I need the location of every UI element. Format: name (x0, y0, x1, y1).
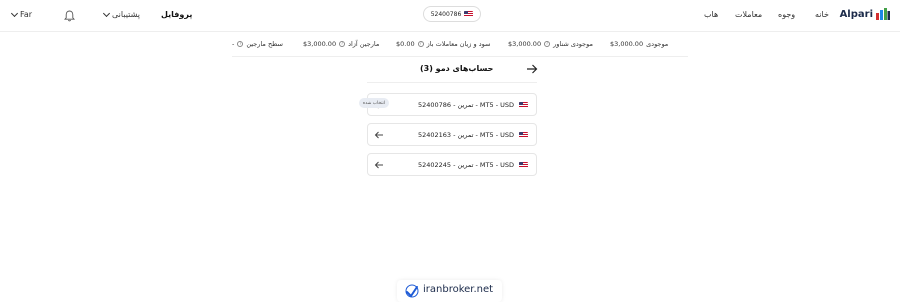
account-selector[interactable]: 52400786 (423, 6, 481, 22)
notification-bell-icon[interactable] (64, 10, 75, 22)
account-label: تمرین - 52402163 - MT5 - USD (417, 131, 514, 139)
us-flag-icon (519, 162, 528, 168)
chevron-down-icon (10, 9, 19, 17)
us-flag-icon (519, 102, 528, 108)
demo-accounts-title: حساب‌های دمو (3) (420, 64, 494, 73)
divider (367, 82, 537, 83)
stat-value: $3,000.00 (508, 40, 542, 48)
stat-value: - (232, 40, 235, 48)
nav-home[interactable]: خانه (815, 10, 829, 19)
divider (232, 56, 688, 57)
profile-link[interactable]: پروفایل (161, 10, 192, 19)
support-dropdown[interactable]: پشتیبانی (102, 9, 140, 19)
us-flag-icon (519, 132, 528, 138)
demo-account-row[interactable]: تمرین - 52400786 - MT5 - USD (367, 93, 537, 116)
support-label: پشتیبانی (112, 10, 140, 19)
stat-value: $3,000.00 (303, 40, 337, 48)
stat-value: $0.00 (396, 40, 415, 48)
logo-text: Alpari (839, 8, 873, 20)
stat-margin-level: - ? سطح مارجین (232, 40, 283, 48)
top-nav: Alpari خانه وجوه معاملات هاب 52400786 پر… (0, 0, 900, 32)
stat-balance: $3,000.00 موجودی (610, 40, 668, 48)
demo-account-row[interactable]: تمرین - 52402245 - MT5 - USD (367, 153, 537, 176)
alpari-mark-icon (876, 8, 890, 20)
selected-badge: انتخاب شده (359, 98, 389, 108)
account-label: تمرین - 52400786 - MT5 - USD (417, 101, 514, 109)
stat-label: مارجین آزاد (348, 40, 380, 48)
stat-label: موجودی شناور (553, 40, 594, 48)
nav-hub[interactable]: هاب (704, 10, 718, 19)
language-label: Far (20, 10, 33, 19)
arrow-right-icon[interactable] (526, 64, 538, 74)
nav-funds[interactable]: وجوه (778, 10, 795, 19)
help-icon[interactable]: ? (237, 41, 244, 47)
iranbroker-logo-icon (405, 284, 419, 298)
arrow-left-icon[interactable] (374, 130, 384, 140)
stat-equity: $3,000.00 ? موجودی شناور (508, 40, 593, 48)
help-icon[interactable]: ? (339, 41, 346, 47)
stat-label: موجودی (646, 40, 669, 48)
stat-open-pl: $0.00 ? سود و زیان معاملات باز (396, 40, 490, 48)
nav-trading[interactable]: معاملات (735, 10, 762, 19)
chevron-down-icon (102, 9, 111, 17)
help-icon[interactable]: ? (417, 41, 424, 47)
stat-free-margin: $3,000.00 ? مارجین آزاد (303, 40, 379, 48)
alpari-logo[interactable]: Alpari (840, 8, 890, 20)
arrow-left-icon[interactable] (374, 160, 384, 170)
stat-label: سود و زیان معاملات باز (426, 40, 491, 48)
account-stats-bar: $3,000.00 موجودی $3,000.00 ? موجودی شناو… (0, 32, 900, 54)
help-icon[interactable]: ? (544, 41, 551, 47)
stat-value: $3,000.00 (610, 40, 644, 48)
demo-account-row[interactable]: تمرین - 52402163 - MT5 - USD (367, 123, 537, 146)
watermark-text: iranbroker.net (423, 284, 494, 295)
account-number: 52400786 (430, 10, 462, 18)
account-label: تمرین - 52402245 - MT5 - USD (417, 161, 514, 169)
stat-label: سطح مارجین (246, 40, 283, 48)
language-selector[interactable]: Far (10, 9, 33, 19)
us-flag-icon (464, 11, 474, 17)
